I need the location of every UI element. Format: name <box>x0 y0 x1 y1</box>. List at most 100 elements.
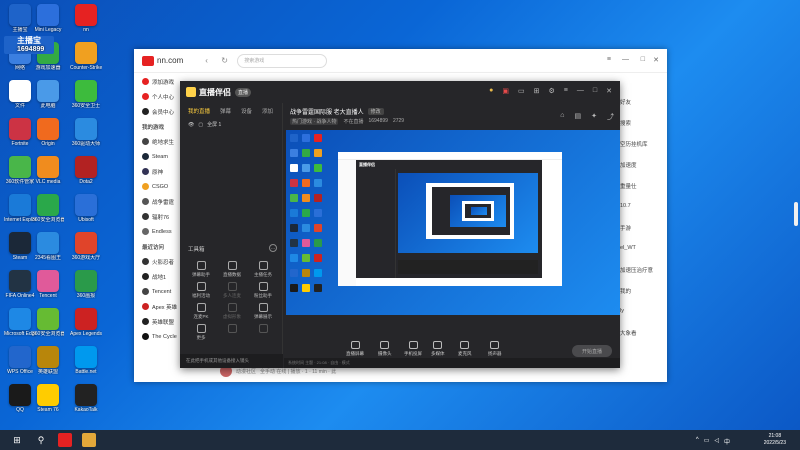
menu-icon[interactable]: ≡ <box>607 56 611 63</box>
tool-button[interactable]: 更多 <box>186 324 216 348</box>
app-tab[interactable]: 设备 <box>241 107 252 115</box>
search-icon[interactable]: ⚲ <box>34 433 48 447</box>
desktop-icon[interactable]: Microsoft Edge <box>4 308 36 346</box>
desktop-icon[interactable]: 360游戏大厅 <box>71 232 101 270</box>
right-panel-item[interactable]: 大象看 <box>620 329 637 337</box>
desktop-icon[interactable]: Steam <box>5 232 35 270</box>
desktop-icon[interactable]: 文件 <box>5 80 35 118</box>
tool-button[interactable] <box>248 324 278 348</box>
desktop-icon[interactable]: Dota2 <box>71 156 101 194</box>
desktop-icon[interactable]: 此电脑 <box>33 80 63 118</box>
sidebar-item[interactable]: 会员中心 <box>134 104 182 119</box>
scene-row[interactable]: 👁 ▢ 全屏 1 <box>180 119 282 130</box>
sidebar-item[interactable]: 个人中心 <box>134 89 182 104</box>
sidebar-item[interactable]: 战争雷霆 <box>134 194 182 209</box>
start-live-button[interactable]: 开始直播 <box>572 345 612 357</box>
desktop-icon[interactable]: 360画报 <box>71 270 101 308</box>
app-tab[interactable]: 弹幕 <box>220 107 231 115</box>
desktop-icon[interactable]: Apex Legends <box>70 308 102 346</box>
windows-start-icon[interactable]: ⊞ <box>10 433 24 447</box>
desktop-icon[interactable]: Tencent <box>33 270 63 308</box>
desktop-icon[interactable]: nn <box>71 4 101 42</box>
stream-control[interactable]: 多媒体 <box>431 341 445 357</box>
right-panel-item[interactable]: 手游 <box>620 224 631 232</box>
right-panel-item[interactable]: 空历挂机库 <box>620 140 648 148</box>
magic-icon[interactable]: ✦ <box>591 112 597 122</box>
refresh-icon[interactable]: ↻ <box>221 56 229 65</box>
sidebar-item[interactable]: 战地1 <box>134 269 182 284</box>
stream-control[interactable]: 扬声器 <box>488 341 502 357</box>
stream-control[interactable]: 摄像头 <box>378 341 392 357</box>
app-pill[interactable]: 直播 <box>235 87 252 97</box>
close-icon[interactable]: ✕ <box>606 87 612 95</box>
share-icon[interactable]: ⤴ <box>607 112 614 122</box>
desktop-icon[interactable]: QQ <box>5 384 35 422</box>
maximize-icon[interactable]: □ <box>593 87 597 95</box>
search-input[interactable]: 搜索游戏 <box>237 53 328 68</box>
desktop-icon[interactable]: 英雄联盟 <box>33 346 63 384</box>
desktop-icon[interactable]: 360软件管家 <box>5 156 35 194</box>
clock[interactable]: 21:08 2022/5/23 <box>764 433 786 447</box>
sidebar-item[interactable]: 绝地求生 <box>134 134 182 149</box>
ime-icon[interactable]: 中 <box>724 437 730 446</box>
right-panel-item[interactable]: 重量仕 <box>620 182 637 190</box>
desktop-icon[interactable]: Counter-Strike Global <box>70 42 102 80</box>
maximize-icon[interactable]: □ <box>641 56 645 63</box>
device-hint[interactable]: 在此把手机或其他设备接入镜头 <box>180 354 283 368</box>
sidebar-item[interactable]: 添加游戏 <box>134 74 182 89</box>
menu-icon[interactable]: ≡ <box>564 87 568 95</box>
sidebar-item[interactable]: Tencent <box>134 284 182 299</box>
shop-icon[interactable]: ⌂ <box>560 112 564 122</box>
app-tab[interactable]: 添加 <box>262 107 273 115</box>
desktop-icon[interactable]: WPS Office <box>5 346 35 384</box>
minimize-icon[interactable]: — <box>577 87 584 95</box>
sidebar-item[interactable]: Apex 英雄 <box>134 299 182 314</box>
desktop-icon[interactable]: KakaoTalk <box>71 384 101 422</box>
eye-icon[interactable]: 👁 <box>188 122 194 128</box>
network-icon[interactable]: ▭ <box>704 437 710 446</box>
sidebar-item[interactable]: 火影忍者 <box>134 254 182 269</box>
sidebar-item[interactable]: CSGO <box>134 179 182 194</box>
gift-box-icon[interactable]: ▤ <box>575 112 582 122</box>
desktop-icon[interactable]: 360安全浏览器 <box>32 194 64 232</box>
desktop-icon[interactable]: Internet Explorer <box>4 194 36 232</box>
right-panel-item[interactable]: 搜索 <box>620 119 631 127</box>
right-panel-item[interactable]: el_WT <box>620 245 636 251</box>
stream-control[interactable]: 直播屏幕 <box>346 341 364 357</box>
sidebar-item[interactable]: The Cycle <box>134 329 182 344</box>
right-panel-item[interactable]: ly <box>620 308 624 314</box>
desktop-icon[interactable]: Origin <box>33 118 63 156</box>
settings-icon[interactable]: ⚙ <box>549 87 555 95</box>
desktop-icon[interactable]: 360安全浏览器 <box>32 308 64 346</box>
desktop-icon[interactable]: VLC media <box>33 156 63 194</box>
nn-taskbar-icon[interactable] <box>58 433 72 447</box>
chevron-up-icon[interactable]: ^ <box>696 437 699 446</box>
edit-room-button[interactable]: 修改 <box>367 108 384 115</box>
tools-more-icon[interactable]: … <box>269 244 277 252</box>
desktop-icon[interactable]: Fortnite <box>5 118 35 156</box>
desktop-icon[interactable]: 360安全卫士 <box>71 80 101 118</box>
sidebar-item[interactable]: 辐射76 <box>134 209 182 224</box>
recording-icon[interactable]: ▣ <box>502 87 509 95</box>
tool-button[interactable] <box>217 324 247 348</box>
stream-preview[interactable]: 直播伴侣 <box>286 130 620 315</box>
stream-control[interactable]: 手机投屏 <box>404 341 422 357</box>
right-panel-item[interactable]: 好友 <box>620 98 631 106</box>
gift-icon[interactable]: ⊞ <box>534 87 540 95</box>
avatar-icon[interactable]: ● <box>489 87 493 95</box>
desktop-icon[interactable]: FIFA Online4 <box>5 270 35 308</box>
sidebar-item[interactable]: 原神 <box>134 164 182 179</box>
stream-control[interactable]: 麦克风 <box>458 341 472 357</box>
chat-icon[interactable]: ▭ <box>518 87 525 95</box>
right-panel-item[interactable]: 10.7 <box>620 203 631 209</box>
desktop-icon[interactable]: Battle.net <box>71 346 101 384</box>
close-icon[interactable]: ✕ <box>653 56 659 64</box>
sidebar-item[interactable]: Steam <box>134 149 182 164</box>
volume-icon[interactable]: ◁ <box>714 437 719 446</box>
right-panel-item[interactable]: 我的 <box>620 287 631 295</box>
sidebar-item[interactable]: Endless <box>134 224 182 239</box>
desktop-icon[interactable]: Ubisoft <box>71 194 101 232</box>
lock-icon[interactable]: ▢ <box>198 122 203 128</box>
app-tab[interactable]: 我的直播 <box>188 107 210 115</box>
desktop-icon[interactable]: Steam 76 <box>33 384 63 422</box>
